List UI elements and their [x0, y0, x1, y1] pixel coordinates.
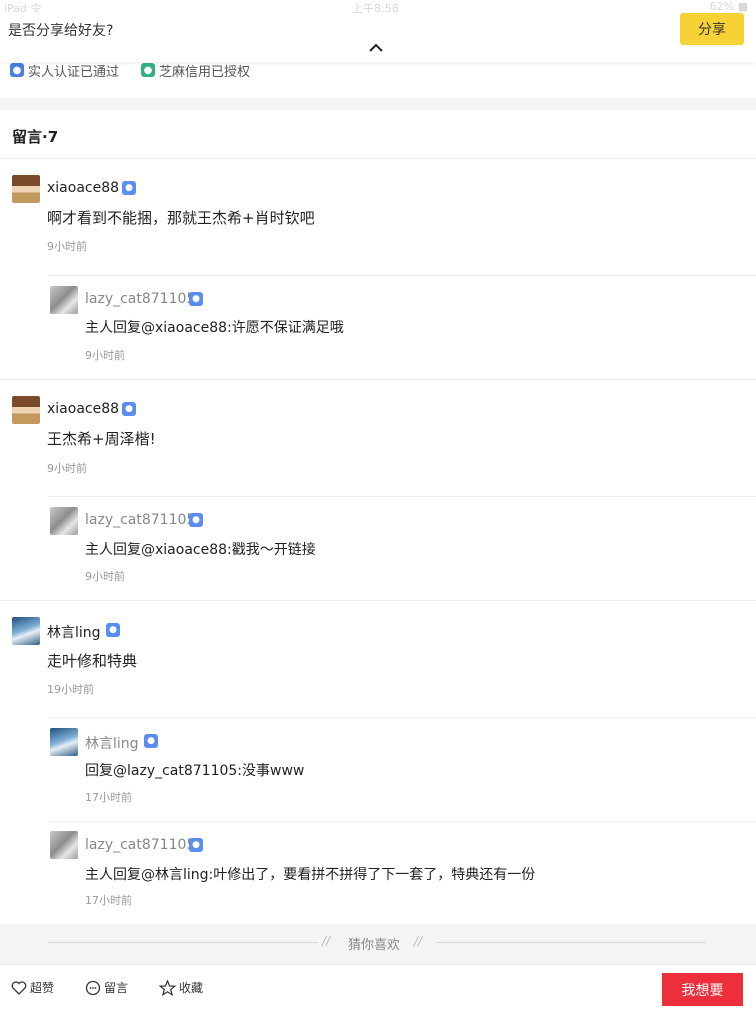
- reply-time: 9小时前: [85, 349, 125, 362]
- avatar[interactable]: [12, 175, 40, 203]
- avatar[interactable]: [12, 396, 40, 424]
- realname-badge: ● 实人认证已通过: [10, 60, 119, 80]
- realname-label: 实人认证已通过: [28, 64, 120, 80]
- divider: [48, 942, 318, 943]
- reply-username[interactable]: 林言ling: [85, 733, 139, 753]
- divider: [48, 496, 756, 497]
- verified-icon: ●: [189, 292, 203, 306]
- divider: [48, 275, 756, 276]
- comment-username[interactable]: xiaoace88: [47, 180, 119, 196]
- verified-icon: ●: [122, 402, 136, 416]
- divider: [48, 717, 756, 718]
- bottom-action-bar: 超赞 留言 收藏 我想要: [0, 964, 756, 1014]
- comment-bubble-icon: [85, 980, 101, 995]
- divider: [0, 600, 756, 601]
- comment-button[interactable]: 留言: [85, 979, 128, 996]
- share-button[interactable]: 分享: [680, 13, 744, 45]
- slash-decoration-icon: //: [322, 934, 331, 948]
- reply-time: 17小时前: [85, 791, 132, 804]
- avatar[interactable]: [50, 507, 78, 535]
- divider: [48, 821, 756, 822]
- verified-icon: ●: [189, 838, 203, 852]
- sesame-label: 芝麻信用已授权: [159, 64, 251, 80]
- comment-label: 留言: [104, 981, 129, 995]
- star-icon: [159, 979, 176, 996]
- divider: [0, 158, 756, 159]
- divider: [0, 379, 756, 380]
- divider: [436, 942, 706, 943]
- like-button[interactable]: 超赞: [11, 979, 54, 996]
- section-gap: [0, 98, 756, 110]
- comment-time: 9小时前: [47, 462, 87, 475]
- verified-icon: ●: [122, 181, 136, 195]
- verified-icon: ●: [106, 623, 120, 637]
- reply-time: 17小时前: [85, 894, 132, 907]
- comment-text: 啊才看到不能捆，那就王杰希+肖时钦吧: [47, 209, 315, 227]
- reply-text: 回复@lazy_cat871105:没事www: [85, 763, 305, 779]
- reply-text: 主人回复@林言ling:叶修出了，要看拼不拼得了下一套了，特典还有一份: [85, 867, 536, 883]
- reply-username[interactable]: lazy_cat871105: [85, 291, 195, 307]
- slash-decoration-icon: //: [414, 934, 423, 948]
- favorite-button[interactable]: 收藏: [159, 979, 203, 996]
- status-battery: 62% ■: [709, 0, 748, 13]
- comment-username[interactable]: 林言ling: [47, 622, 101, 642]
- id-card-icon: ●: [10, 63, 24, 77]
- sesame-credit-icon: ●: [141, 63, 156, 77]
- reply-username[interactable]: lazy_cat871105: [85, 512, 195, 528]
- favorite-label: 收藏: [179, 981, 204, 995]
- chevron-up-icon[interactable]: [367, 40, 385, 54]
- reply-username[interactable]: lazy_cat871105: [85, 837, 195, 853]
- status-time: 上午8:58: [352, 2, 399, 15]
- avatar[interactable]: [12, 617, 40, 645]
- verified-icon: ●: [189, 513, 203, 527]
- comments-title: 留言·7: [12, 128, 59, 146]
- reply-time: 9小时前: [85, 570, 125, 583]
- status-carrier: iPad 令: [4, 2, 42, 15]
- comment-text: 走叶修和特典: [47, 652, 138, 670]
- verification-badges: ● 实人认证已通过 ● 芝麻信用已授权: [10, 60, 250, 80]
- sesame-badge: ● 芝麻信用已授权: [141, 60, 250, 80]
- want-button[interactable]: 我想要: [662, 973, 743, 1006]
- comment-time: 19小时前: [47, 683, 94, 696]
- avatar[interactable]: [50, 831, 78, 859]
- share-question: 是否分享给好友?: [8, 23, 114, 39]
- verified-icon: ●: [144, 734, 158, 748]
- comment-username[interactable]: xiaoace88: [47, 401, 119, 417]
- reply-text: 主人回复@xiaoace88:戳我～开链接: [85, 542, 316, 558]
- reply-text: 主人回复@xiaoace88:许愿不保证满足哦: [85, 320, 344, 336]
- avatar[interactable]: [50, 286, 78, 314]
- comment-text: 王杰希+周泽楷!: [47, 430, 156, 448]
- like-label: 超赞: [30, 981, 55, 995]
- guess-you-like-label: 猜你喜欢: [348, 938, 401, 953]
- avatar[interactable]: [50, 728, 78, 756]
- comment-time: 9小时前: [47, 240, 87, 253]
- heart-icon: [11, 980, 27, 995]
